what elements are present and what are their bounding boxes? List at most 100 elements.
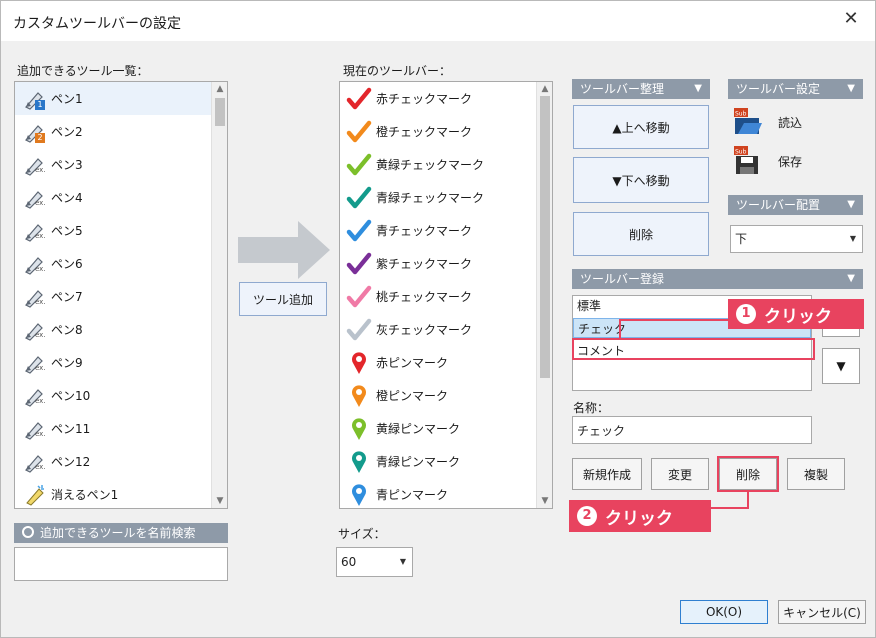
placement-header-label: ツールバー配置: [736, 198, 821, 212]
pen-badge: 1: [35, 99, 45, 110]
chevron-down-icon[interactable]: ▼: [694, 79, 702, 99]
list-item[interactable]: 赤ピンマーク: [340, 346, 536, 379]
pen-icon: 1: [23, 87, 47, 111]
list-item[interactable]: 青緑チェックマーク: [340, 181, 536, 214]
pen-icon: ex.: [23, 351, 47, 375]
current-scrollbar[interactable]: ▲ ▼: [536, 82, 552, 508]
search-header-label: 追加できるツールを名前検索: [40, 526, 196, 540]
pen-icon: ex.: [23, 186, 47, 210]
list-item[interactable]: 青緑ピンマーク: [340, 445, 536, 478]
pen-icon: ex.: [23, 153, 47, 177]
list-item[interactable]: ex. ペン8: [15, 313, 211, 346]
pen-badge: ex.: [35, 264, 46, 273]
list-item[interactable]: 橙チェックマーク: [340, 115, 536, 148]
pen-badge: ex.: [35, 231, 46, 240]
close-icon[interactable]: ✕: [841, 9, 861, 29]
ok-button[interactable]: OK(O): [680, 600, 768, 624]
callout-2: 2 クリック: [569, 500, 711, 532]
chevron-down-icon: ▼: [849, 234, 856, 243]
list-item[interactable]: 1 ペン1: [15, 82, 211, 115]
list-item-label: ペン9: [51, 356, 83, 370]
list-item[interactable]: 桃チェックマーク: [340, 280, 536, 313]
list-item-label: ペン10: [51, 389, 91, 403]
move-down-button[interactable]: ▼下へ移動: [573, 157, 709, 203]
move-down-arrow-button[interactable]: ▼: [822, 348, 860, 384]
current-toolbar-list[interactable]: ▲ ▼ 赤チェックマーク 橙チェックマーク 黄緑チェックマーク 青緑チェックマーク青チ…: [339, 81, 553, 509]
pen-icon: ex.: [23, 252, 47, 276]
list-item[interactable]: 青ピンマーク: [340, 478, 536, 508]
pin-icon: [346, 483, 372, 507]
pin-icon: [346, 417, 372, 441]
callout-line: [747, 492, 749, 509]
list-item-label: ペン3: [51, 158, 83, 172]
add-tool-button[interactable]: ツール追加: [239, 282, 327, 316]
cancel-button[interactable]: キャンセル(C): [778, 600, 866, 624]
change-button[interactable]: 変更: [651, 458, 709, 490]
pen-badge: ex.: [35, 330, 46, 339]
list-item[interactable]: 黄緑チェックマーク: [340, 148, 536, 181]
list-item[interactable]: 灰チェックマーク: [340, 313, 536, 346]
move-up-button[interactable]: ▲上へ移動: [573, 105, 709, 149]
list-item-label: ペン1: [51, 92, 83, 106]
title-bar: カスタムツールバーの設定 ✕: [1, 1, 875, 41]
list-item-label: 青チェックマーク: [376, 224, 473, 238]
checkmark-icon: [346, 219, 372, 243]
placement-combo[interactable]: 下 ▼: [730, 225, 863, 253]
list-item[interactable]: ex. ペン11: [15, 412, 211, 445]
scroll-up-icon[interactable]: ▲: [212, 82, 227, 96]
save-label: 保存: [778, 155, 803, 169]
list-item-label: ペン2: [51, 125, 83, 139]
chevron-down-icon[interactable]: ▼: [847, 79, 855, 99]
pin-icon: [346, 351, 372, 375]
pen-icon: ex.: [23, 417, 47, 441]
search-input[interactable]: [14, 547, 228, 581]
list-item[interactable]: 青チェックマーク: [340, 214, 536, 247]
callout-line: [621, 319, 729, 321]
list-item-label: 黄緑ピンマーク: [376, 422, 461, 436]
name-input[interactable]: チェック: [572, 416, 812, 444]
list-item[interactable]: ex. ペン9: [15, 346, 211, 379]
list-item[interactable]: ex. ペン4: [15, 181, 211, 214]
size-combo[interactable]: 60 ▼: [336, 547, 413, 577]
available-scrollbar[interactable]: ▲ ▼: [211, 82, 227, 508]
scroll-down-icon[interactable]: ▼: [537, 494, 552, 508]
callout-line: [709, 507, 749, 509]
list-item[interactable]: ex. ペン5: [15, 214, 211, 247]
list-item[interactable]: 紫チェックマーク: [340, 247, 536, 280]
list-item-label: ペン11: [51, 422, 91, 436]
list-item[interactable]: 2 ペン2: [15, 115, 211, 148]
load-button[interactable]: Sub 読込: [732, 104, 822, 138]
list-item-label: ペン12: [51, 455, 91, 469]
scroll-up-icon[interactable]: ▲: [537, 82, 552, 96]
pen-badge: ex.: [35, 396, 46, 405]
callout-1: 1 クリック: [728, 299, 864, 329]
save-button[interactable]: Sub 保存: [732, 142, 822, 178]
duplicate-button[interactable]: 複製: [787, 458, 845, 490]
list-item[interactable]: 赤チェックマーク: [340, 82, 536, 115]
size-label: サイズ：: [338, 527, 386, 541]
scroll-thumb[interactable]: [540, 96, 550, 378]
list-item[interactable]: ex. ペン10: [15, 379, 211, 412]
list-item[interactable]: 消えるペン1: [15, 478, 211, 508]
pen-badge: ex.: [35, 462, 46, 471]
scroll-thumb[interactable]: [215, 98, 225, 126]
current-toolbar-label: 現在のツールバー：: [343, 64, 452, 78]
available-tools-list[interactable]: ▲ ▼ 1 ペン1 2 ペン2 ex. ペン3 ex. ペン4 ex. ペン5 ex. ペン6 ex. ペ…: [14, 81, 228, 509]
organize-delete-button[interactable]: 削除: [573, 212, 709, 256]
scroll-down-icon[interactable]: ▼: [212, 494, 227, 508]
list-item[interactable]: ex. ペン12: [15, 445, 211, 478]
new-button[interactable]: 新規作成: [572, 458, 642, 490]
list-item[interactable]: 橙ピンマーク: [340, 379, 536, 412]
list-item[interactable]: ex. ペン3: [15, 148, 211, 181]
list-item[interactable]: 黄緑ピンマーク: [340, 412, 536, 445]
pen-icon: ex.: [23, 384, 47, 408]
pen-badge: ex.: [35, 429, 46, 438]
list-item[interactable]: ex. ペン6: [15, 247, 211, 280]
size-value: 60: [341, 555, 357, 569]
callout-number: 1: [736, 304, 756, 324]
list-item[interactable]: ex. ペン7: [15, 280, 211, 313]
pen-badge: 2: [35, 132, 45, 143]
chevron-down-icon[interactable]: ▼: [847, 195, 855, 215]
chevron-down-icon[interactable]: ▼: [847, 269, 855, 289]
checkmark-icon: [346, 186, 372, 210]
